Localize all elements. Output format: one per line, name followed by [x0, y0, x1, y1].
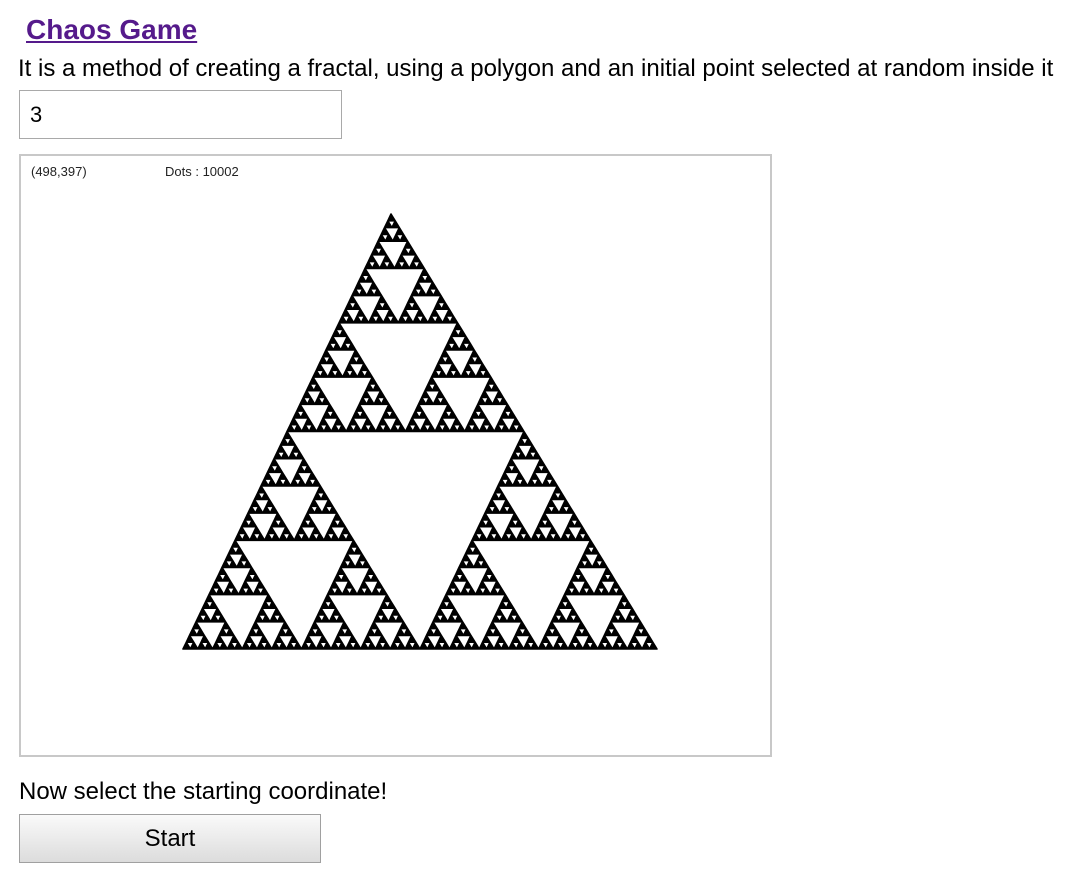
page-description: It is a method of creating a fractal, us… — [18, 55, 1054, 82]
fractal-dots — [182, 213, 658, 650]
coordinate-readout: (498,397) — [31, 164, 87, 179]
fractal-drawing — [182, 213, 658, 650]
polygon-sides-input[interactable] — [19, 90, 342, 139]
dots-count: Dots : 10002 — [165, 164, 239, 179]
sierpinski-triangle — [182, 213, 658, 650]
fractal-canvas[interactable]: (498,397) Dots : 10002 — [19, 154, 772, 757]
page: Chaos Game It is a method of creating a … — [0, 0, 1082, 896]
page-title-link[interactable]: Chaos Game — [26, 12, 197, 48]
instruction-text: Now select the starting coordinate! — [19, 778, 388, 805]
start-button[interactable]: Start — [19, 814, 321, 863]
